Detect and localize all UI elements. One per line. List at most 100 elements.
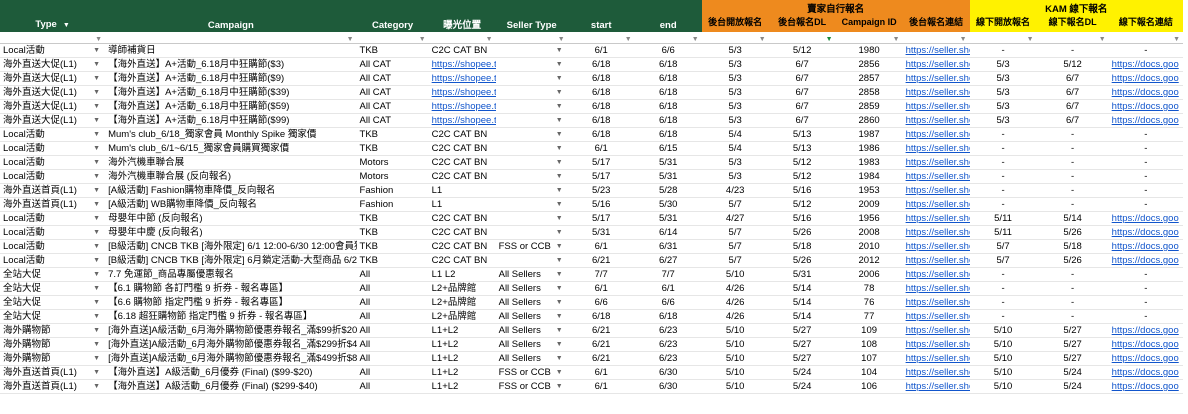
cell-seller-dl[interactable]: 5/16 bbox=[768, 211, 836, 226]
cell-campaign[interactable]: 【海外直送】A級活動_6月優券 (Final) ($99-$20) bbox=[105, 365, 357, 380]
cell-exposure[interactable]: C2C CAT BN bbox=[428, 141, 496, 156]
cell-end[interactable]: 6/18 bbox=[634, 113, 702, 128]
cell-end[interactable]: 6/23 bbox=[634, 337, 702, 352]
cell-exposure[interactable]: https://shopee.t bbox=[428, 113, 496, 128]
cell-seller-link[interactable]: https://seller.sho bbox=[902, 239, 970, 254]
cell-start[interactable]: 6/18 bbox=[567, 309, 635, 324]
cell-start[interactable]: 6/1 bbox=[567, 141, 635, 156]
cell-campaign[interactable]: [A級活動] Fashion購物車降價_反向報名 bbox=[105, 183, 357, 198]
cell-seller-type[interactable]: ▼ bbox=[495, 71, 568, 86]
cell-campaign[interactable]: 【6.18 超狂購物節 指定門檻 9 折券 - 報名專區】 bbox=[105, 309, 357, 324]
cell-seller-link[interactable]: https://seller.sho bbox=[902, 351, 970, 366]
cell-seller-start[interactable]: 4/26 bbox=[701, 295, 769, 310]
header-category[interactable]: Category bbox=[356, 0, 429, 32]
kam-link[interactable]: https://docs.goo bbox=[1112, 115, 1179, 126]
cell-kam-dl[interactable]: 5/24 bbox=[1036, 365, 1109, 380]
dropdown-arrow-icon[interactable]: ▼ bbox=[93, 254, 100, 267]
dropdown-arrow-icon[interactable]: ▼ bbox=[556, 212, 563, 225]
cell-seller-dl[interactable]: 5/26 bbox=[768, 225, 836, 240]
filter-cell[interactable]: ▼ bbox=[0, 32, 106, 44]
cell-end[interactable]: 6/6 bbox=[634, 295, 702, 310]
cell-category[interactable]: All CAT bbox=[356, 113, 429, 128]
cell-start[interactable]: 6/21 bbox=[567, 323, 635, 338]
cell-start[interactable]: 6/1 bbox=[567, 281, 635, 296]
cell-seller-dl[interactable]: 5/14 bbox=[768, 295, 836, 310]
cell-campaign-id[interactable]: 1956 bbox=[835, 211, 903, 226]
cell-kam-start[interactable]: - bbox=[969, 141, 1037, 156]
cell-end[interactable]: 6/18 bbox=[634, 99, 702, 114]
cell-campaign[interactable]: 母嬰年中節 (反向報名) bbox=[105, 211, 357, 226]
cell-seller-type[interactable]: ▼ bbox=[495, 99, 568, 114]
cell-kam-start[interactable]: 5/3 bbox=[969, 57, 1037, 72]
cell-category[interactable]: TKB bbox=[356, 239, 429, 254]
cell-seller-link[interactable]: https://seller.sho bbox=[902, 85, 970, 100]
cell-campaign[interactable]: 母嬰年中慶 (反向報名) bbox=[105, 225, 357, 240]
cell-start[interactable]: 6/18 bbox=[567, 127, 635, 142]
dropdown-arrow-icon[interactable]: ▼ bbox=[556, 114, 563, 127]
cell-seller-dl[interactable]: 5/12 bbox=[768, 197, 836, 212]
cell-exposure[interactable]: L1+L2 bbox=[428, 365, 496, 380]
cell-seller-start[interactable]: 5/3 bbox=[701, 113, 769, 128]
dropdown-arrow-icon[interactable]: ▼ bbox=[93, 282, 100, 295]
cell-end[interactable]: 5/31 bbox=[634, 211, 702, 226]
cell-seller-dl[interactable]: 5/12 bbox=[768, 43, 836, 58]
dropdown-arrow-icon[interactable]: ▼ bbox=[93, 142, 100, 155]
cell-start[interactable]: 6/18 bbox=[567, 57, 635, 72]
dropdown-arrow-icon[interactable]: ▼ bbox=[93, 72, 100, 85]
dropdown-arrow-icon[interactable]: ▼ bbox=[93, 44, 100, 57]
cell-exposure[interactable]: C2C CAT BN bbox=[428, 169, 496, 184]
cell-end[interactable]: 6/18 bbox=[634, 57, 702, 72]
cell-kam-dl[interactable]: 5/26 bbox=[1036, 253, 1109, 268]
cell-kam-link[interactable]: - bbox=[1108, 127, 1183, 142]
dropdown-arrow-icon[interactable]: ▼ bbox=[93, 296, 100, 309]
cell-category[interactable]: All bbox=[356, 323, 429, 338]
filter-icon[interactable]: ▼ bbox=[759, 33, 766, 43]
cell-seller-dl[interactable]: 5/12 bbox=[768, 155, 836, 170]
cell-kam-dl[interactable]: - bbox=[1036, 267, 1109, 282]
cell-seller-type[interactable]: All Sellers ▼ bbox=[495, 281, 568, 296]
cell-type[interactable]: 海外直送首頁(L1) ▼ bbox=[0, 365, 106, 380]
cell-campaign[interactable]: [海外直送]A級活動_6月海外購物節優惠券報名_滿$299折$40 bbox=[105, 337, 357, 352]
cell-campaign-id[interactable]: 77 bbox=[835, 309, 903, 324]
exposure-value[interactable]: https://shopee.t bbox=[432, 59, 496, 70]
cell-start[interactable]: 5/31 bbox=[567, 225, 635, 240]
cell-seller-type[interactable]: FSS or CCB ▼ bbox=[495, 365, 568, 380]
cell-start[interactable]: 6/1 bbox=[567, 379, 635, 394]
cell-type[interactable]: Local活動 ▼ bbox=[0, 141, 106, 156]
kam-link[interactable]: https://docs.goo bbox=[1112, 213, 1179, 224]
filter-cell[interactable]: ▼ bbox=[701, 32, 769, 44]
cell-seller-type[interactable]: ▼ bbox=[495, 141, 568, 156]
cell-category[interactable]: All CAT bbox=[356, 99, 429, 114]
cell-campaign-id[interactable]: 2859 bbox=[835, 99, 903, 114]
filter-icon[interactable]: ▼ bbox=[692, 33, 699, 43]
cell-campaign-id[interactable]: 2856 bbox=[835, 57, 903, 72]
dropdown-arrow-icon[interactable]: ▼ bbox=[93, 338, 100, 351]
cell-seller-type[interactable]: All Sellers ▼ bbox=[495, 337, 568, 352]
cell-campaign[interactable]: 【海外直送】A+活動_6.18月中狂購節($99) bbox=[105, 113, 357, 128]
seller-link[interactable]: https://seller.sho bbox=[906, 171, 970, 182]
cell-start[interactable]: 5/17 bbox=[567, 155, 635, 170]
cell-campaign[interactable]: [海外直送]A級活動_6月海外購物節優惠券報名_滿$99折$20 bbox=[105, 323, 357, 338]
seller-link[interactable]: https://seller.sho bbox=[906, 311, 970, 322]
cell-type[interactable]: 海外直送大促(L1) ▼ bbox=[0, 85, 106, 100]
cell-exposure[interactable]: C2C CAT BN bbox=[428, 239, 496, 254]
cell-type[interactable]: Local活動 ▼ bbox=[0, 43, 106, 58]
cell-seller-dl[interactable]: 5/14 bbox=[768, 309, 836, 324]
seller-link[interactable]: https://seller.sho bbox=[906, 353, 970, 364]
cell-end[interactable]: 6/27 bbox=[634, 253, 702, 268]
cell-kam-start[interactable]: 5/11 bbox=[969, 225, 1037, 240]
dropdown-arrow-icon[interactable]: ▼ bbox=[556, 324, 563, 337]
cell-start[interactable]: 5/17 bbox=[567, 169, 635, 184]
cell-category[interactable]: TKB bbox=[356, 141, 429, 156]
cell-exposure[interactable]: https://shopee.t bbox=[428, 71, 496, 86]
header-type[interactable]: Type ▼ bbox=[0, 0, 106, 32]
cell-seller-start[interactable]: 5/3 bbox=[701, 155, 769, 170]
cell-end[interactable]: 5/31 bbox=[634, 169, 702, 184]
filter-cell[interactable]: ▼ bbox=[567, 32, 635, 44]
cell-seller-start[interactable]: 5/4 bbox=[701, 127, 769, 142]
header-seller-start[interactable]: 後台開放報名 bbox=[701, 16, 769, 32]
cell-type[interactable]: 海外直送大促(L1) ▼ bbox=[0, 99, 106, 114]
cell-seller-link[interactable]: https://seller.sho bbox=[902, 337, 970, 352]
cell-seller-dl[interactable]: 5/31 bbox=[768, 267, 836, 282]
cell-kam-link[interactable]: https://docs.goo bbox=[1108, 225, 1183, 240]
